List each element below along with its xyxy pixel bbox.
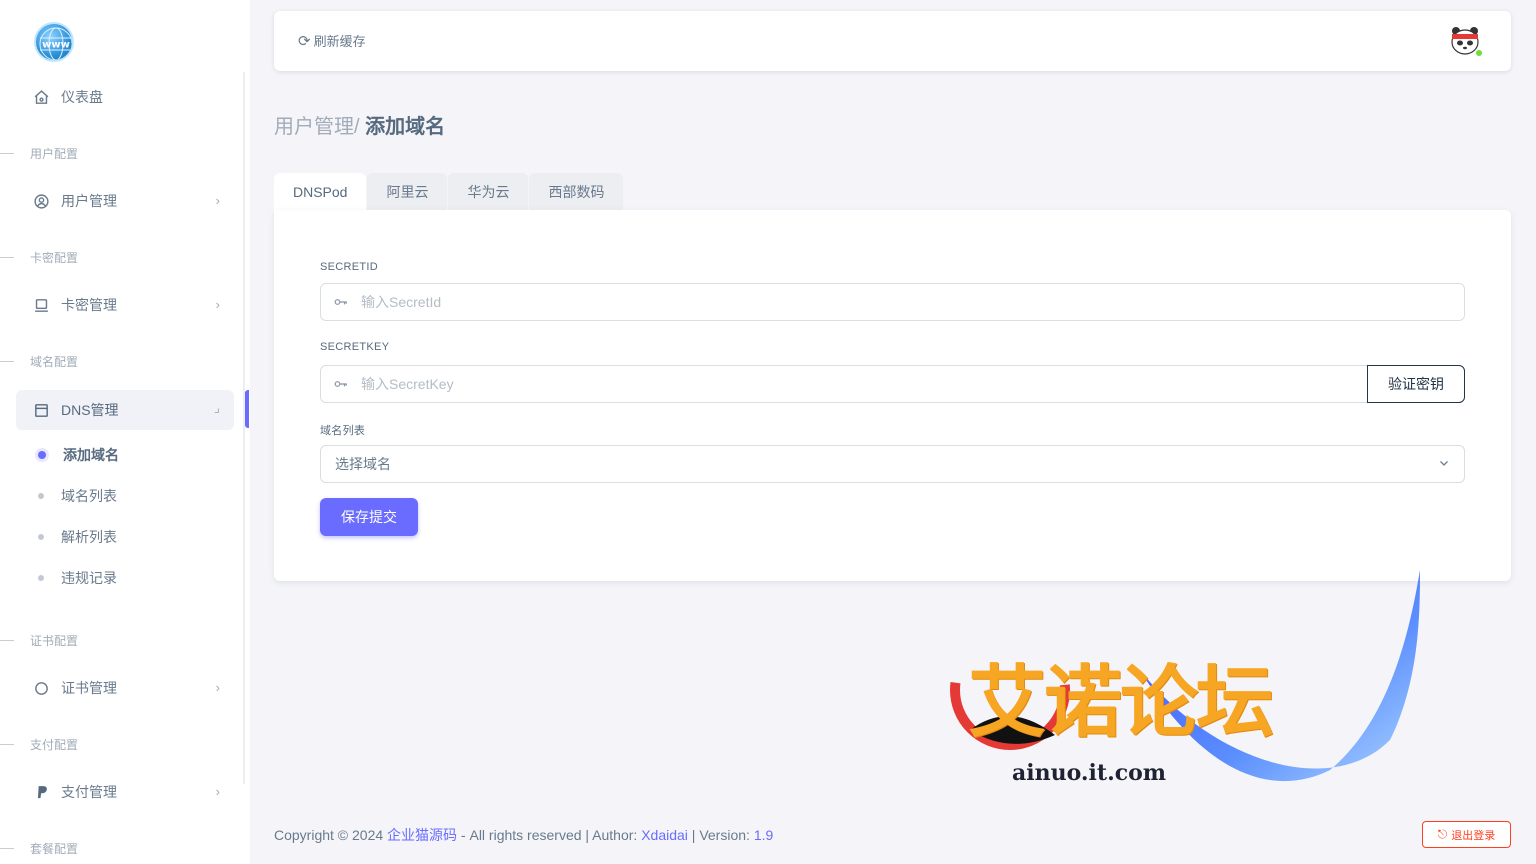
top-navbar: ⟳ 刷新缓存 [274, 11, 1511, 71]
secretkey-label: SECRETKEY [320, 341, 390, 353]
sidebar-item-label: 卡密管理 [61, 297, 117, 313]
page-title: 添加域名 [365, 116, 446, 138]
sidebar-item-label: 用户管理 [61, 193, 117, 209]
footer-version: 1.9 [753, 827, 774, 843]
footer-copyright: Copyright © 2024 [274, 827, 384, 843]
bullet-dot-icon [38, 534, 44, 540]
section-header-package-config: 套餐配置 [0, 840, 78, 856]
refresh-cache-label: 刷新缓存 [313, 34, 366, 49]
sidebar-subitem-resolve-list[interactable]: 解析列表 [16, 520, 234, 554]
bullet-dot-icon [38, 451, 46, 459]
footer-author-link[interactable]: Xdaidai [641, 827, 688, 843]
chevron-right-icon: › [215, 193, 220, 208]
tab-west-digital[interactable]: 西部数码 [529, 173, 624, 210]
secretid-input[interactable] [361, 285, 1464, 319]
watermark-url: ainuo.it.com [1012, 760, 1167, 786]
refresh-cache-button[interactable]: ⟳ 刷新缓存 [298, 31, 366, 50]
sidebar-item-card-manage[interactable]: 卡密管理 › [16, 285, 234, 325]
sidebar-subitem-label: 添加域名 [63, 447, 119, 463]
logout-icon: ⎋ [1437, 827, 1448, 841]
certificate-badge-icon [32, 679, 50, 697]
sidebar-item-dashboard[interactable]: 仪表盘 [16, 77, 234, 117]
key-icon [321, 284, 361, 320]
sidebar-item-label: 证书管理 [61, 680, 117, 696]
bullet-dot-icon [38, 575, 44, 581]
sidebar-item-user-manage[interactable]: 用户管理 › [16, 181, 234, 221]
sidebar-subitem-domain-list[interactable]: 域名列表 [16, 479, 234, 513]
active-menu-indicator [245, 390, 249, 428]
sidebar-item-label: 仪表盘 [61, 89, 103, 105]
tab-huaweicloud[interactable]: 华为云 [448, 173, 529, 210]
section-header-cert-config: 证书配置 [0, 632, 78, 648]
laptop-icon [32, 296, 50, 314]
key-icon [321, 366, 361, 402]
secretid-input-group [320, 283, 1465, 321]
paypal-icon [32, 783, 50, 801]
secretkey-input[interactable] [361, 367, 1367, 401]
sidebar-subitem-label: 解析列表 [61, 529, 117, 545]
verify-key-button[interactable]: 验证密钥 [1367, 365, 1465, 403]
chevron-right-icon: › [215, 784, 220, 799]
sidebar-item-label: 支付管理 [61, 784, 117, 800]
sidebar-item-dns-manage[interactable]: DNS管理 ⌟ [16, 390, 234, 430]
breadcrumb-parent[interactable]: 用户管理/ [274, 116, 360, 138]
sidebar-item-pay-manage[interactable]: 支付管理 › [16, 772, 234, 812]
home-icon [32, 88, 50, 106]
sidebar-subitem-label: 域名列表 [61, 488, 117, 504]
section-header-pay-config: 支付配置 [0, 736, 78, 752]
chevron-down-icon: ⌟ [213, 400, 220, 415]
sidebar-item-label: DNS管理 [61, 402, 119, 418]
bullet-dot-icon [38, 493, 44, 499]
secretid-label: SECRETID [320, 261, 379, 273]
watermark: 艾诺论坛 ainuo.it.com [950, 570, 1430, 820]
logout-button[interactable]: ⎋ 退出登录 [1422, 821, 1511, 848]
footer-version-label: | Version: [687, 827, 754, 843]
user-circle-icon [32, 192, 50, 210]
domain-list-label: 域名列表 [320, 425, 366, 437]
chevron-down-icon [1438, 456, 1450, 472]
sidebar-item-cert-manage[interactable]: 证书管理 › [16, 668, 234, 708]
breadcrumb: 用户管理/ 添加域名 [274, 110, 445, 139]
chevron-right-icon: › [215, 297, 220, 312]
add-domain-form-card: SECRETID SECRETKEY 验证密钥 域名列表 选择域名 保存提交 [274, 210, 1511, 581]
watermark-title: 艾诺论坛 [968, 658, 1274, 748]
sidebar-subitem-label: 违规记录 [61, 570, 117, 586]
footer-rights: - All rights reserved | Author: [457, 827, 642, 843]
provider-tabs: DNSPod 阿里云 华为云 西部数码 [274, 173, 624, 210]
section-header-card-config: 卡密配置 [0, 249, 78, 265]
domain-select-value: 选择域名 [335, 456, 391, 472]
sidebar-scrollbar[interactable] [243, 72, 245, 784]
secretkey-input-group: 验证密钥 [320, 365, 1465, 403]
logout-label: 退出登录 [1451, 829, 1496, 842]
footer: Copyright © 2024 企业猫源码 - All rights rese… [274, 825, 773, 845]
avatar[interactable] [1449, 25, 1483, 57]
save-submit-button[interactable]: 保存提交 [320, 498, 418, 536]
window-icon [32, 401, 50, 419]
tab-aliyun[interactable]: 阿里云 [367, 173, 448, 210]
refresh-icon: ⟳ [298, 32, 311, 50]
domain-select[interactable]: 选择域名 [320, 445, 1465, 483]
svg-text:www: www [42, 40, 70, 51]
sidebar-subitem-add-domain[interactable]: 添加域名 [16, 438, 234, 472]
section-header-user-config: 用户配置 [0, 145, 78, 161]
section-header-domain-config: 域名配置 [0, 353, 78, 369]
sidebar: www 仪表盘 用户配置 用户管理 › 卡密配置 卡密管理 › 域名配置 DNS… [0, 0, 250, 864]
www-globe-logo-icon[interactable]: www [34, 22, 74, 62]
online-status-badge [1475, 49, 1483, 57]
footer-brand-link[interactable]: 企业猫源码 [387, 827, 457, 843]
sidebar-subitem-violation-records[interactable]: 违规记录 [16, 561, 234, 595]
tab-dnspod[interactable]: DNSPod [274, 173, 367, 210]
chevron-right-icon: › [215, 680, 220, 695]
